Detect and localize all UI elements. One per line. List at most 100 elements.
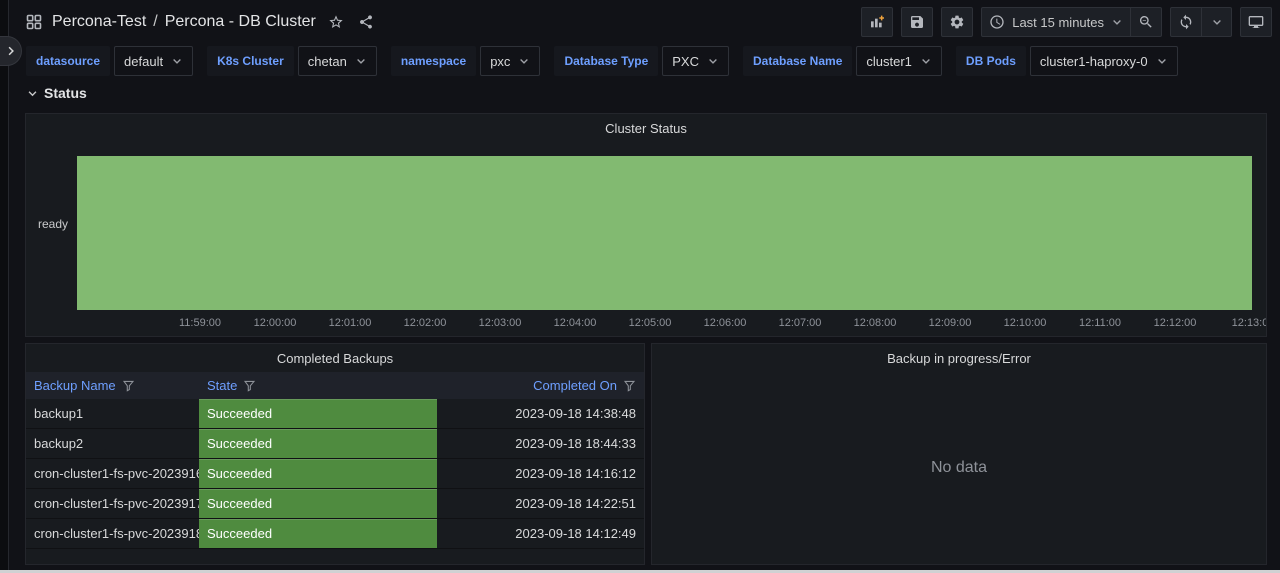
x-tick-label: 12:01:00	[329, 317, 372, 329]
x-tick-label: 12:06:00	[704, 317, 747, 329]
time-range-label: Last 15 minutes	[1012, 15, 1104, 30]
state-cell: Succeeded	[199, 429, 437, 458]
refresh-group	[1170, 7, 1232, 37]
variable-value-dropdown[interactable]: pxc	[480, 46, 540, 76]
x-tick-label: 12:13:0	[1232, 317, 1267, 329]
chevron-right-icon	[5, 45, 17, 57]
variable-value: chetan	[308, 54, 347, 69]
state-cell: Succeeded	[199, 519, 437, 548]
variable-value: default	[124, 54, 163, 69]
panel-title[interactable]: Backup in progress/Error	[652, 344, 1266, 372]
column-header-state[interactable]: State	[199, 372, 437, 399]
completed-on-cell: 2023-09-18 14:12:49	[437, 519, 644, 548]
timeline-state-bar	[77, 156, 1252, 310]
state-cell: Succeeded	[199, 399, 437, 428]
column-label: Backup Name	[34, 378, 116, 393]
variable-datasource: datasourcedefault	[26, 46, 193, 76]
variable-label: DB Pods	[956, 46, 1026, 76]
gear-icon	[949, 14, 965, 30]
y-axis-label: ready	[38, 217, 68, 231]
variable-database-name: Database Namecluster1	[743, 46, 942, 76]
x-tick-label: 12:00:00	[254, 317, 297, 329]
panel-title[interactable]: Cluster Status	[26, 114, 1266, 142]
breadcrumb-folder[interactable]: Percona-Test	[52, 13, 146, 31]
cluster-status-panel: Cluster Status ready 11:59:00 12:00:00 12:…	[25, 113, 1267, 337]
breadcrumb[interactable]: Percona-Test / Percona - DB Cluster	[52, 13, 316, 31]
zoom-out-time-button[interactable]	[1131, 7, 1162, 37]
backups-table-body: backup1Succeeded2023-09-18 14:38:48backu…	[26, 399, 644, 549]
chevron-down-icon	[1211, 16, 1223, 28]
column-header-completed-on[interactable]: Completed On	[437, 372, 644, 399]
variable-value: PXC	[672, 54, 699, 69]
table-row: backup1Succeeded2023-09-18 14:38:48	[26, 399, 644, 429]
variable-value: cluster1	[866, 54, 912, 69]
table-header-row: Backup Name State Completed On	[26, 372, 644, 399]
chevron-down-icon	[518, 55, 530, 67]
bar-chart-plus-icon	[869, 14, 885, 30]
variable-namespace: namespace pxc	[391, 46, 541, 76]
chevron-down-icon	[27, 88, 38, 99]
backup-name-cell: cron-cluster1-fs-pvc-2023916002...	[26, 459, 199, 488]
x-tick-label: 12:02:00	[404, 317, 447, 329]
variable-value: pxc	[490, 54, 510, 69]
chevron-down-icon	[1156, 55, 1168, 67]
time-range-picker[interactable]: Last 15 minutes	[981, 7, 1131, 37]
column-label: Completed On	[533, 378, 617, 393]
variable-value-dropdown[interactable]: chetan	[298, 46, 377, 76]
completed-on-cell: 2023-09-18 14:16:12	[437, 459, 644, 488]
dashboard-settings-button[interactable]	[941, 7, 973, 37]
x-tick-label: 12:07:00	[779, 317, 822, 329]
completed-backups-panel: Completed Backups Backup Name State Comp…	[25, 343, 645, 565]
variable-value-dropdown[interactable]: PXC	[662, 46, 729, 76]
add-panel-button[interactable]	[861, 7, 893, 37]
column-label: State	[207, 378, 237, 393]
magnifier-minus-icon	[1138, 14, 1154, 30]
top-navigation-bar: Percona-Test / Percona - DB Cluster	[10, 0, 1280, 44]
filter-icon[interactable]	[243, 379, 256, 392]
chevron-down-icon	[1111, 16, 1123, 28]
cycle-view-mode-button[interactable]	[1240, 7, 1272, 37]
collapsed-sidebar-edge	[0, 0, 9, 573]
variable-label: Database Type	[554, 46, 658, 76]
filter-icon[interactable]	[122, 379, 135, 392]
backup-name-cell: backup2	[26, 429, 199, 458]
save-icon	[909, 14, 925, 30]
backup-name-cell: cron-cluster1-fs-pvc-2023918002...	[26, 519, 199, 548]
x-tick-label: 12:12:00	[1154, 317, 1197, 329]
breadcrumb-separator: /	[153, 13, 157, 31]
monitor-icon	[1248, 14, 1264, 30]
variable-value-dropdown[interactable]: cluster1	[856, 46, 942, 76]
refresh-button[interactable]	[1170, 7, 1202, 37]
star-icon[interactable]	[326, 12, 346, 32]
clock-icon	[989, 14, 1005, 30]
variable-db-pods: DB Pods cluster1-haproxy-0	[956, 46, 1178, 76]
table-row: cron-cluster1-fs-pvc-2023917002...Succee…	[26, 489, 644, 519]
time-controls-group: Last 15 minutes	[981, 7, 1162, 37]
panel-title[interactable]: Completed Backups	[26, 344, 644, 372]
chevron-down-icon	[920, 55, 932, 67]
backup-name-cell: backup1	[26, 399, 199, 428]
variable-k8s-cluster: K8s Clusterchetan	[207, 46, 377, 76]
variable-value: cluster1-haproxy-0	[1040, 54, 1148, 69]
completed-on-cell: 2023-09-18 14:38:48	[437, 399, 644, 428]
variable-value-dropdown[interactable]: cluster1-haproxy-0	[1030, 46, 1178, 76]
x-tick-label: 12:08:00	[854, 317, 897, 329]
variable-value-dropdown[interactable]: default	[114, 46, 193, 76]
breadcrumb-dashboard[interactable]: Percona - DB Cluster	[165, 13, 316, 31]
column-header-backup-name[interactable]: Backup Name	[26, 372, 199, 399]
refresh-interval-dropdown[interactable]	[1202, 7, 1232, 37]
share-icon[interactable]	[356, 12, 376, 32]
variable-label: namespace	[391, 46, 476, 76]
x-tick-label: 12:04:00	[554, 317, 597, 329]
section-status[interactable]: Status	[27, 85, 87, 101]
table-row: backup2Succeeded2023-09-18 18:44:33	[26, 429, 644, 459]
panel-body: No data	[652, 372, 1266, 564]
x-tick-label: 12:09:00	[929, 317, 972, 329]
chevron-down-icon	[171, 55, 183, 67]
save-dashboard-button[interactable]	[901, 7, 933, 37]
no-data-text: No data	[931, 459, 987, 477]
backup-name-cell: cron-cluster1-fs-pvc-2023917002...	[26, 489, 199, 518]
section-title: Status	[44, 85, 87, 101]
x-tick-label: 11:59:00	[179, 317, 221, 329]
filter-icon[interactable]	[623, 379, 636, 392]
